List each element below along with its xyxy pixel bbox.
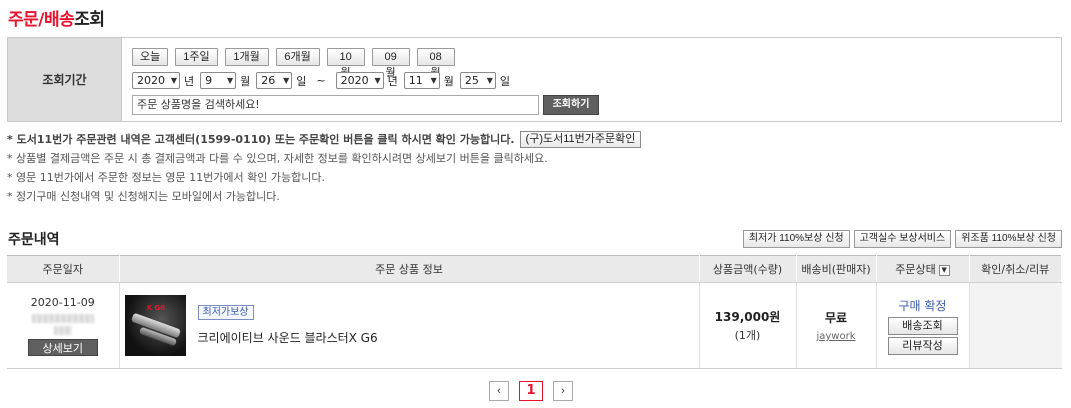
shipping-fee: 무료 — [824, 311, 848, 325]
order-detail-button[interactable]: 상세보기 — [27, 338, 98, 356]
to-year-select[interactable]: 2020 ▼ — [335, 72, 384, 89]
col-order-date: 주문일자 — [7, 255, 120, 283]
search-controls: 오늘 1주일 1개월 6개월 10월 09월 08월 2020▼ 년 9▼ 월 … — [122, 38, 1061, 121]
write-review-button[interactable]: 리뷰작성 — [887, 336, 958, 355]
lowest-price-compensation-button[interactable]: 최저가 110%보상 신청 — [742, 230, 850, 248]
product-meta: 최저가보상 크리에이티브 사운드 블라스터X G6 — [197, 305, 378, 346]
customer-mistake-service-button[interactable]: 고객실수 보상서비스 — [853, 230, 952, 248]
period-1week-button[interactable]: 1주일 — [175, 48, 218, 66]
from-day-value: 26 — [261, 74, 276, 87]
notice-item: * 상품별 결제금액은 주문 시 총 결제금액과 다를 수 있으며, 자세한 정… — [7, 152, 548, 165]
pagination: ‹ 1 › — [489, 381, 573, 401]
chevron-down-icon: ▼ — [170, 76, 177, 85]
counterfeit-compensation-button[interactable]: 위조품 110%보상 신청 — [955, 230, 1062, 248]
keyword-input[interactable]: 주문 상품명을 검색하세요! — [132, 95, 539, 115]
day-unit: 일 — [499, 74, 510, 88]
day-unit: 일 — [296, 74, 307, 88]
product-price: 139,000원 — [714, 310, 781, 324]
from-month-value: 9 — [205, 74, 213, 87]
col-status-label: 주문상태 — [895, 263, 936, 276]
period-today-button[interactable]: 오늘 — [132, 48, 169, 66]
product-thumbnail[interactable]: X G6 — [124, 295, 186, 356]
from-year-value: 2020 — [137, 74, 165, 87]
range-separator: ~ — [316, 74, 326, 87]
track-delivery-button[interactable]: 배송조회 — [887, 316, 958, 335]
notice-item: * 도서11번가 주문관련 내역은 고객센터(1599-0110) 또는 주문확… — [7, 130, 642, 149]
prev-page-button[interactable]: ‹ — [489, 381, 509, 401]
chevron-down-icon: ▼ — [374, 76, 381, 85]
to-day-select[interactable]: 25 ▼ — [459, 72, 496, 89]
shipping-cell: 무료 jaywork — [796, 282, 877, 369]
chevron-down-icon: ▼ — [283, 76, 290, 85]
col-status[interactable]: 주문상태 ▼ — [876, 255, 970, 283]
period-6month-button[interactable]: 6개월 — [275, 48, 320, 66]
date-range: 2020 ▼ 년 9 ▼ 월 26 ▼ 일 ~ 2020 ▼ 년 11 ▼ 월 25 ▼ 일 — [132, 72, 516, 89]
to-year-value: 2020 — [340, 74, 369, 87]
price-cell: 139,000원 (1개) — [699, 282, 797, 369]
search-panel: 조회기간 오늘 1주일 1개월 6개월 10월 09월 08월 2020▼ 년 … — [7, 37, 1062, 122]
current-page[interactable]: 1 — [519, 381, 543, 401]
notice-list: * 도서11번가 주문관련 내역은 고객센터(1599-0110) 또는 주문확… — [7, 130, 642, 206]
chevron-down-icon: ▼ — [226, 76, 234, 85]
page-title: 주문/배송조회 — [8, 5, 105, 30]
to-day-value: 25 — [464, 74, 479, 87]
search-button[interactable]: 조회하기 — [543, 95, 599, 115]
orders-section-title: 주문내역 — [8, 232, 60, 248]
year-unit: 년 — [184, 74, 195, 88]
dropdown-filter-icon[interactable]: ▼ — [938, 264, 950, 276]
notice-item: * 영문 11번가에서 주문한 정보는 영문 11번가에서 확인 가능합니다. — [7, 171, 325, 184]
period-1month-button[interactable]: 1개월 — [224, 48, 269, 66]
col-price: 상품금액(수량) — [699, 255, 797, 283]
status-cell: 구매 확정 배송조회 리뷰작성 — [876, 282, 970, 369]
actions-cell — [969, 282, 1062, 369]
month-unit: 월 — [443, 74, 454, 88]
period-sep-button[interactable]: 09월 — [371, 48, 410, 79]
old-book-order-button[interactable]: (구)도서11번가주문확인 — [519, 131, 642, 148]
from-year-select[interactable]: 2020 ▼ — [132, 72, 180, 89]
to-month-value: 11 — [408, 74, 423, 87]
order-status: 구매 확정 — [898, 298, 947, 313]
col-actions: 확인/취소/리뷰 — [969, 255, 1062, 283]
table-header-row: 주문일자 주문 상품 정보 상품금액(수량) 배송비(판매자) 주문상태 ▼ 확인… — [7, 255, 1062, 283]
product-info-cell: X G6 최저가보상 크리에이티브 사운드 블라스터X G6 — [119, 282, 700, 369]
col-product-info: 주문 상품 정보 — [119, 255, 700, 283]
orders-table: 주문일자 주문 상품 정보 상품금액(수량) 배송비(판매자) 주문상태 ▼ 확인… — [7, 255, 1062, 369]
notice-item: * 정기구매 신청내역 및 신청해지는 모바일에서 가능합니다. — [7, 190, 280, 203]
chevron-down-icon: ▼ — [486, 76, 493, 85]
keyword-row: 주문 상품명을 검색하세요! 조회하기 — [132, 95, 599, 115]
year-unit: 년 — [387, 74, 398, 88]
seller-link[interactable]: jaywork — [797, 331, 876, 342]
order-date: 2020-11-09 — [30, 295, 95, 309]
blurred-order-number — [53, 325, 72, 335]
to-month-select[interactable]: 11 ▼ — [403, 72, 440, 89]
chevron-down-icon: ▼ — [430, 76, 437, 85]
page-title-highlight: 주문/배송 — [8, 10, 75, 30]
period-buttons: 오늘 1주일 1개월 6개월 10월 09월 08월 — [132, 48, 455, 79]
next-page-button[interactable]: › — [553, 381, 573, 401]
table-row: 2020-11-09 상세보기 X G6 최저가보상 크리에이티브 사운드 블라… — [7, 282, 1062, 369]
lowest-price-badge: 최저가보상 — [197, 305, 254, 320]
month-unit: 월 — [240, 74, 251, 88]
product-name-link[interactable]: 크리에이티브 사운드 블라스터X G6 — [198, 329, 378, 346]
search-period-label: 조회기간 — [8, 38, 122, 121]
thumbnail-label: X G6 — [146, 304, 165, 312]
product-quantity: (1개) — [734, 329, 761, 342]
order-date-cell: 2020-11-09 상세보기 — [7, 282, 120, 369]
compensation-buttons: 최저가 110%보상 신청 고객실수 보상서비스 위조품 110%보상 신청 — [742, 230, 1062, 248]
period-aug-button[interactable]: 08월 — [416, 48, 455, 79]
col-shipping: 배송비(판매자) — [796, 255, 877, 283]
blurred-order-number — [31, 313, 94, 323]
notice-text: * 도서11번가 주문관련 내역은 고객센터(1599-0110) 또는 주문확… — [7, 133, 515, 146]
page-title-rest: 조회 — [74, 10, 105, 30]
from-day-select[interactable]: 26 ▼ — [256, 72, 293, 89]
from-month-select[interactable]: 9 ▼ — [200, 72, 237, 89]
product-info: X G6 최저가보상 크리에이티브 사운드 블라스터X G6 — [120, 295, 699, 356]
period-oct-button[interactable]: 10월 — [326, 48, 365, 79]
